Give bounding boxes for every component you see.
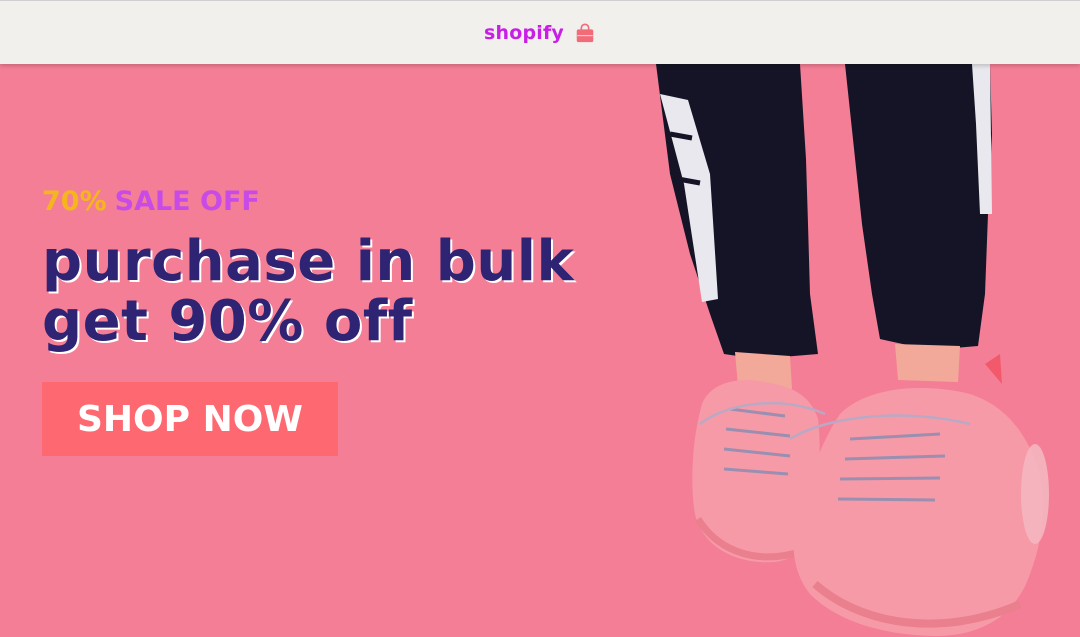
brand-logo-link[interactable]: shopify: [484, 22, 596, 44]
headline-line-1: purchase in bulk: [42, 229, 575, 294]
brand-name: shopify: [483, 21, 565, 44]
landing-page: shopify 70% SALE OFF purchase in bulk get…: [0, 0, 1080, 637]
hero-copy: 70% SALE OFF purchase in bulk get 90% off…: [42, 184, 602, 456]
hero-banner: 70% SALE OFF purchase in bulk get 90% off…: [0, 64, 1080, 637]
hero-headline: purchase in bulk get 90% off: [42, 232, 602, 352]
sneakers-product-image: [656, 64, 1049, 636]
right-pant-leg: [845, 64, 992, 350]
headline-line-2: get 90% off: [42, 289, 413, 354]
shop-now-button[interactable]: SHOP NOW: [42, 382, 338, 456]
sale-text: SALE OFF: [114, 186, 260, 217]
sale-percent: 70%: [42, 186, 107, 217]
sale-tagline: 70% SALE OFF: [42, 184, 602, 220]
top-navigation-bar: shopify: [0, 0, 1080, 64]
shopping-bag-icon: [576, 22, 594, 42]
